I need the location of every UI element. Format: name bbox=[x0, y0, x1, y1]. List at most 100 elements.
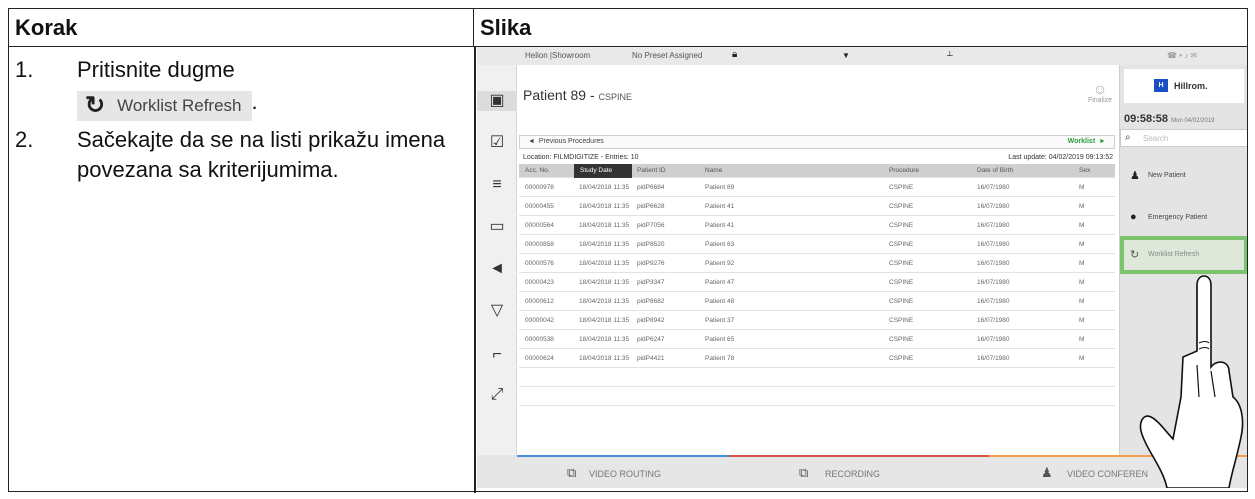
column-header-image: Slika bbox=[474, 9, 1247, 47]
clock: 09:58:58 Mon 04/02/2019 bbox=[1124, 113, 1214, 125]
column-header[interactable]: Date of Birth bbox=[977, 167, 1013, 174]
emergency-patient-button[interactable]: ● Emergency Patient bbox=[1120, 199, 1247, 237]
table-cell: Patient 65 bbox=[705, 336, 735, 343]
table-cell: M bbox=[1079, 203, 1085, 210]
procedures-nav-bar: ◄ Previous Procedures Worklist ► bbox=[519, 135, 1115, 149]
table-row[interactable]: 00000624 18/04/2018 11:35 pidP4421 Patient … bbox=[519, 349, 1115, 368]
column-header[interactable]: Sex bbox=[1079, 167, 1090, 174]
table-cell: pidP3347 bbox=[637, 279, 665, 286]
lock-icon[interactable]: 🔒︎ bbox=[732, 49, 737, 60]
preset-label: No Preset Assigned bbox=[632, 51, 703, 60]
table-row[interactable]: 00000564 18/04/2018 11:35 pidP7056 Patient … bbox=[519, 216, 1115, 235]
table-cell: 00000576 bbox=[525, 260, 554, 267]
step-text: Pritisnite dugme bbox=[77, 57, 235, 82]
table-cell: 00000538 bbox=[525, 336, 554, 343]
table-cell: M bbox=[1079, 317, 1085, 324]
table-cell: CSPINE bbox=[889, 241, 914, 248]
chevron-down-icon[interactable]: ▼ bbox=[842, 51, 850, 60]
table-cell: CSPINE bbox=[889, 260, 914, 267]
new-patient-button[interactable]: ♟ New Patient bbox=[1120, 157, 1247, 195]
table-cell: 16/07/1980 bbox=[977, 355, 1010, 362]
table-row[interactable]: 00000858 18/04/2018 11:35 pidP8520 Patient … bbox=[519, 235, 1115, 254]
table-cell: 18/04/2018 11:35 bbox=[579, 203, 630, 210]
table-cell: 00000455 bbox=[525, 203, 554, 210]
table-cell: CSPINE bbox=[889, 184, 914, 191]
table-cell: pidP6247 bbox=[637, 336, 665, 343]
search-field[interactable]: ⌕ Search bbox=[1120, 129, 1247, 147]
status-bar: Helion |Showroom No Preset Assigned 🔒︎ ▼… bbox=[477, 47, 1247, 65]
patient-procedure: CSPINE bbox=[598, 92, 633, 102]
table-cell: M bbox=[1079, 222, 1085, 229]
table-cell: CSPINE bbox=[889, 222, 914, 229]
column-header[interactable]: Acc. No. bbox=[525, 167, 550, 174]
patient-title: Patient 89 - CSPINE bbox=[523, 87, 632, 103]
step-number: 2. bbox=[15, 127, 34, 152]
user-position-icon[interactable]: ┴ bbox=[947, 51, 953, 60]
table-row[interactable]: 00000612 18/04/2018 11:35 pidP8682 Patient … bbox=[519, 292, 1115, 311]
emergency-icon: ● bbox=[1130, 211, 1137, 223]
table-row[interactable]: 00000455 18/04/2018 11:35 pidP6628 Patient … bbox=[519, 197, 1115, 216]
speaker-icon[interactable]: ◄ bbox=[487, 259, 507, 279]
button-label: Worklist Refresh bbox=[117, 96, 242, 115]
table-row[interactable]: 00000423 18/04/2018 11:35 pidP3347 Patient … bbox=[519, 273, 1115, 292]
monitor-icon[interactable]: ▭ bbox=[487, 217, 507, 237]
recording-label: RECORDING bbox=[825, 469, 881, 479]
table-cell: 16/07/1980 bbox=[977, 317, 1010, 324]
table-cell: CSPINE bbox=[889, 298, 914, 305]
table-icon[interactable]: ⌐ bbox=[487, 345, 507, 365]
brand-badge: H bbox=[1154, 79, 1168, 92]
table-cell: 18/04/2018 11:35 bbox=[579, 279, 630, 286]
empty-row bbox=[519, 368, 1115, 387]
hillrom-logo: H Hillrom. bbox=[1124, 69, 1244, 103]
phone-icon[interactable]: ☎ • ♪ ✉ bbox=[1167, 51, 1197, 60]
table-cell: 18/04/2018 11:35 bbox=[579, 222, 630, 229]
table-cell: 00000564 bbox=[525, 222, 554, 229]
video-routing-tab[interactable]: ⧉ VIDEO ROUTING bbox=[517, 455, 729, 488]
finalize-button[interactable]: ☺ Finalize bbox=[1085, 81, 1115, 113]
person-icon: ☺ bbox=[1092, 81, 1108, 97]
empty-row bbox=[519, 387, 1115, 406]
column-header[interactable]: Patient ID bbox=[637, 167, 666, 174]
table-cell: 18/04/2018 11:35 bbox=[579, 298, 630, 305]
table-cell: pidP6628 bbox=[637, 203, 665, 210]
table-cell: 16/07/1980 bbox=[977, 203, 1010, 210]
table-cell: Patient 41 bbox=[705, 222, 735, 229]
step-punctuation: . bbox=[251, 88, 258, 114]
step-number: 1. bbox=[15, 57, 34, 82]
step-text: Sačekajte da se na listi prikažu imena p… bbox=[77, 127, 446, 182]
surgical-light-icon[interactable]: ▽ bbox=[487, 301, 507, 321]
patient-card-icon[interactable]: ▣ bbox=[477, 91, 517, 111]
table-cell: 16/07/1980 bbox=[977, 279, 1010, 286]
table-cell: CSPINE bbox=[889, 203, 914, 210]
table-cell: 00000858 bbox=[525, 241, 554, 248]
column-divider bbox=[474, 47, 476, 493]
table-cell: M bbox=[1079, 298, 1085, 305]
table-cell: 16/07/1980 bbox=[977, 298, 1010, 305]
stack-icon[interactable]: ≡ bbox=[487, 175, 507, 195]
table-cell: pidP7056 bbox=[637, 222, 665, 229]
table-cell: Patient 37 bbox=[705, 317, 735, 324]
table-cell: pidP6684 bbox=[637, 184, 665, 191]
video-conference-icon: ♟ bbox=[1041, 465, 1053, 480]
tab-accent-line bbox=[517, 455, 729, 457]
previous-procedures-link[interactable]: ◄ Previous Procedures bbox=[528, 138, 604, 145]
recording-tab[interactable]: ⧉ RECORDING bbox=[729, 455, 989, 488]
column-header[interactable]: Name bbox=[705, 167, 722, 174]
table-cell: CSPINE bbox=[889, 317, 914, 324]
refresh-icon: ↻ bbox=[85, 92, 106, 119]
table-row[interactable]: 00000576 18/04/2018 11:35 pidP9276 Patient … bbox=[519, 254, 1115, 273]
table-row[interactable]: 00000042 18/04/2018 11:35 pidP8942 Patient … bbox=[519, 311, 1115, 330]
worklist-link[interactable]: Worklist ► bbox=[1068, 138, 1106, 145]
column-header[interactable]: Study Date bbox=[574, 164, 632, 178]
table-row[interactable]: 00000538 18/04/2018 11:35 pidP6247 Patient … bbox=[519, 330, 1115, 349]
table-cell: M bbox=[1079, 241, 1085, 248]
video-routing-icon: ⧉ bbox=[567, 465, 577, 480]
expand-icon[interactable]: ⤢ bbox=[487, 385, 507, 405]
table-cell: 00000423 bbox=[525, 279, 554, 286]
search-placeholder: Search bbox=[1143, 134, 1169, 143]
column-header[interactable]: Procedure bbox=[889, 167, 919, 174]
checklist-icon[interactable]: ☑ bbox=[487, 133, 507, 153]
table-cell: 16/07/1980 bbox=[977, 336, 1010, 343]
table-cell: pidP9276 bbox=[637, 260, 665, 267]
table-row[interactable]: 00000978 18/04/2018 11:35 pidP6684 Patient … bbox=[519, 178, 1115, 197]
